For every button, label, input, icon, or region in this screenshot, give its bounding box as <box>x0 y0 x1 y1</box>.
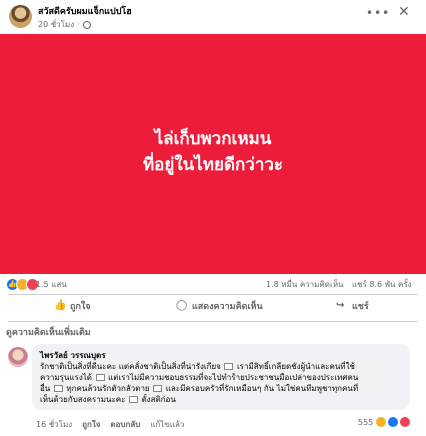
comment-like-button[interactable]: ถูกใจ <box>82 418 100 431</box>
comment-reactions[interactable]: 555 <box>358 416 412 428</box>
banner-line-1: ไล่เก็บพวกเหมน <box>154 129 272 149</box>
comment-text: รักชาติเป็นสิ่งที่ดีนะคะ แต่คลั่งชาติเป็… <box>40 361 406 405</box>
comment-line-4: เห็นด้วยกับสงครามนะคะ ตั้งสติก่อน <box>40 395 176 404</box>
post-time[interactable]: 20 ชั่วโมง <box>38 18 74 31</box>
comment-edited-label: แก้ไขแล้ว <box>150 420 185 429</box>
reaction-icons[interactable]: 👍 <box>6 278 39 291</box>
post-header: สวัสดีครับผมแจ็กแปปโฮ 20 ชั่วโมง · ••• ✕ <box>0 0 426 33</box>
emoji-icon <box>53 385 63 392</box>
reaction-count[interactable]: 1.5 แสน <box>36 278 67 291</box>
post-banner[interactable]: ไล่เก็บพวกเหมน ที่อยู่ในไทยดีกว่าวะ <box>0 34 426 274</box>
love-reaction-icon <box>399 416 412 428</box>
share-label: แชร์ <box>352 302 369 312</box>
comment-line-2: ความรุนแรงได้ แต่เราไม่มีความชอบธรรมที่จ… <box>40 373 359 382</box>
close-icon[interactable]: ✕ <box>398 4 410 20</box>
like-label: ถูกใจ <box>70 302 91 312</box>
comment-time[interactable]: 16 ชั่วโมง <box>36 418 72 431</box>
commenter-avatar[interactable] <box>8 347 28 367</box>
emoji-icon <box>95 374 105 381</box>
banner-text: ไล่เก็บพวกเหมน ที่อยู่ในไทยดีกว่าวะ <box>0 126 426 178</box>
like-reaction-icon <box>387 416 400 428</box>
comment-icon: ◯ <box>176 300 188 311</box>
thumbs-up-icon: 👍 <box>54 300 67 311</box>
comment-bubble: ไพรวัลย์ วรรณบุตร รักชาติเป็นสิ่งที่ดีนะ… <box>32 344 410 410</box>
post-stats: 👍 1.5 แสน 1.8 หมื่น ความคิดเห็น แชร์ 8.6… <box>0 276 426 292</box>
author-avatar[interactable] <box>9 5 32 28</box>
emoji-icon <box>153 385 163 392</box>
banner-line-2: ที่อยู่ในไทยดีกว่าวะ <box>142 155 284 175</box>
emoji-icon <box>224 363 234 370</box>
emoji-icon <box>128 396 138 403</box>
comment-reply-button[interactable]: ตอบกลับ <box>110 418 140 431</box>
comment-meta: 16 ชั่วโมง ถูกใจ ตอบกลับ แก้ไขแล้ว <box>36 418 184 431</box>
comment-button[interactable]: ◯ แสดงความคิดเห็น <box>176 299 263 313</box>
view-more-comments[interactable]: ดูความคิดเห็นเพิ่มเติม <box>6 325 91 339</box>
comment-line-3: อื่น ทุกคนล้วนรักตัวกลัวตาย และมีครอบครั… <box>40 384 359 393</box>
post-actions: 👍 ถูกใจ ◯ แสดงความคิดเห็น ↪ แชร์ <box>8 294 418 322</box>
comment-reaction-count: 555 <box>358 417 374 427</box>
globe-icon <box>82 20 91 29</box>
comment-line-1: รักชาติเป็นสิ่งที่ดีนะคะ แต่คลั่งชาติเป็… <box>40 362 355 371</box>
share-icon: ↪ <box>336 300 345 311</box>
post-meta: 20 ชั่วโมง · <box>38 18 91 31</box>
author-name[interactable]: สวัสดีครับผมแจ็กแปปโฮ <box>38 4 132 18</box>
facebook-post: สวัสดีครับผมแจ็กแปปโฮ 20 ชั่วโมง · ••• ✕… <box>0 0 426 436</box>
share-button[interactable]: ↪ แชร์ <box>336 299 369 313</box>
share-count[interactable]: แชร์ 8.6 พัน ครั้ง <box>352 278 412 291</box>
more-options-icon[interactable]: ••• <box>366 6 390 20</box>
like-button[interactable]: 👍 ถูกใจ <box>54 299 91 313</box>
comment-count[interactable]: 1.8 หมื่น ความคิดเห็น <box>266 278 343 291</box>
comment-label: แสดงความคิดเห็น <box>192 302 263 312</box>
haha-reaction-icon <box>375 416 388 428</box>
